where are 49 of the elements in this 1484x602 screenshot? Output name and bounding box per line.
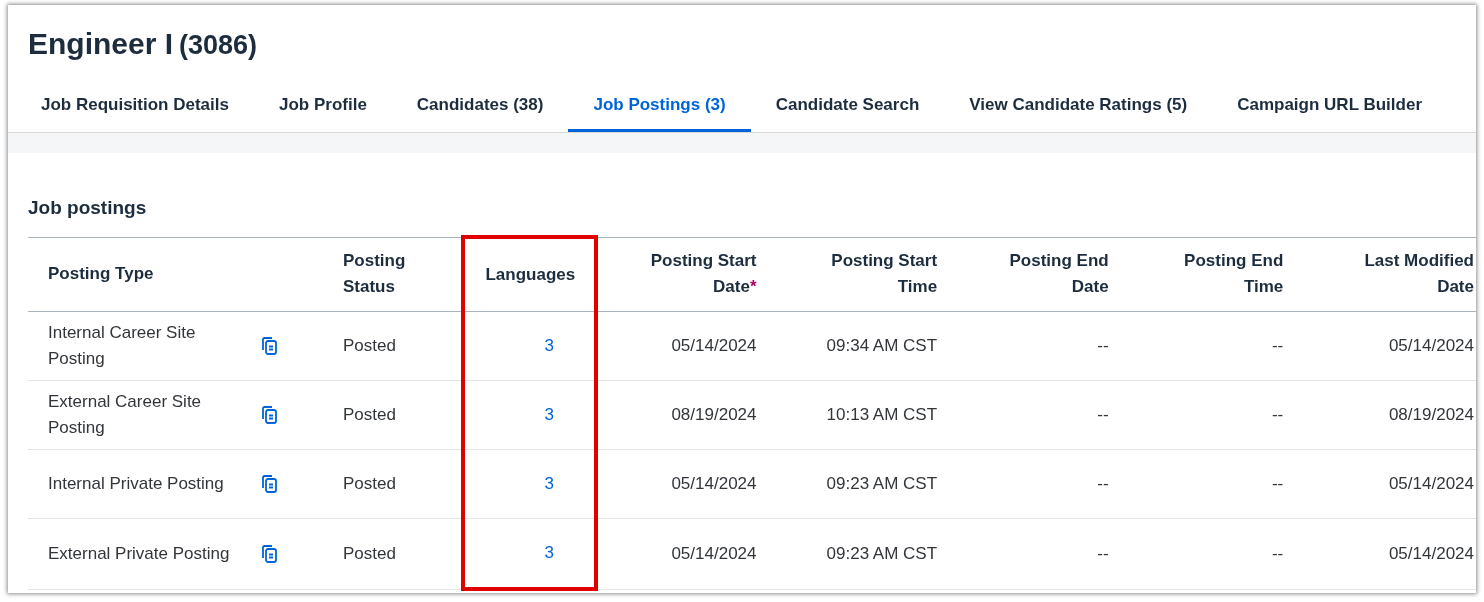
table-cell: 05/14/2024: [1388, 474, 1474, 493]
tab[interactable]: Campaign URL Builder: [1212, 81, 1447, 132]
table-cell: 05/14/2024: [671, 336, 757, 355]
table-cell: 08/19/2024: [1388, 405, 1474, 424]
tab[interactable]: View Candidate Ratings (5): [944, 81, 1213, 132]
table-cell: Internal Career Site Posting: [48, 323, 196, 368]
languages-link[interactable]: 3: [544, 405, 554, 424]
tab[interactable]: Job Profile: [254, 81, 392, 132]
requisition-id: (3086): [179, 30, 258, 61]
page-title: Engineer I: [28, 27, 174, 61]
column-header: Posting End Time: [1128, 237, 1304, 312]
table-cell: --: [1097, 543, 1109, 563]
table-cell: 09:34 AM CST: [826, 336, 938, 355]
table-cell: 09:23 AM CST: [826, 474, 938, 493]
table-cell: Internal Private Posting: [48, 474, 224, 493]
column-header: Posting End Date: [957, 237, 1129, 312]
table-cell: 05/14/2024: [1388, 543, 1474, 563]
table-cell: --: [1097, 336, 1109, 355]
table-cell: 08/19/2024: [671, 405, 757, 424]
column-header: Posting Type: [28, 237, 251, 312]
table-cell: External Career Site Posting: [48, 392, 202, 437]
section-title: Job postings: [28, 197, 148, 219]
table-cell: 05/14/2024: [671, 474, 757, 493]
table-cell: Posted: [343, 543, 396, 563]
table-cell: 05/14/2024: [671, 543, 757, 563]
table-cell: --: [1097, 405, 1109, 424]
table-cell: 09:23 AM CST: [826, 543, 938, 563]
column-header: Posting Start Date*: [595, 237, 777, 312]
table-cell: Posted: [343, 405, 396, 424]
table-cell: --: [1097, 474, 1109, 493]
tab[interactable]: Candidate Search: [750, 81, 945, 132]
table-cell: External Private Posting: [48, 543, 230, 563]
table-cell: --: [1271, 474, 1284, 493]
languages-link[interactable]: 3: [544, 474, 554, 493]
languages-link[interactable]: 3: [544, 543, 554, 562]
table-cell: 05/14/2024: [1388, 336, 1474, 355]
column-header: Last Modified Date: [1303, 237, 1476, 312]
tab[interactable]: Job Requisition Details: [16, 81, 254, 132]
column-header: Posting Status: [323, 237, 464, 312]
table-cell: Posted: [343, 474, 396, 493]
table-cell: --: [1271, 336, 1284, 355]
tab[interactable]: Candidates (38): [391, 81, 569, 132]
languages-link[interactable]: 3: [544, 336, 554, 355]
table-cell: --: [1271, 543, 1284, 563]
column-header: Posting Start Time: [776, 237, 958, 312]
column-header: Languages: [463, 237, 596, 312]
table-cell: Posted: [343, 336, 396, 355]
table-cell: --: [1271, 405, 1284, 424]
table-cell: 10:13 AM CST: [826, 405, 938, 424]
